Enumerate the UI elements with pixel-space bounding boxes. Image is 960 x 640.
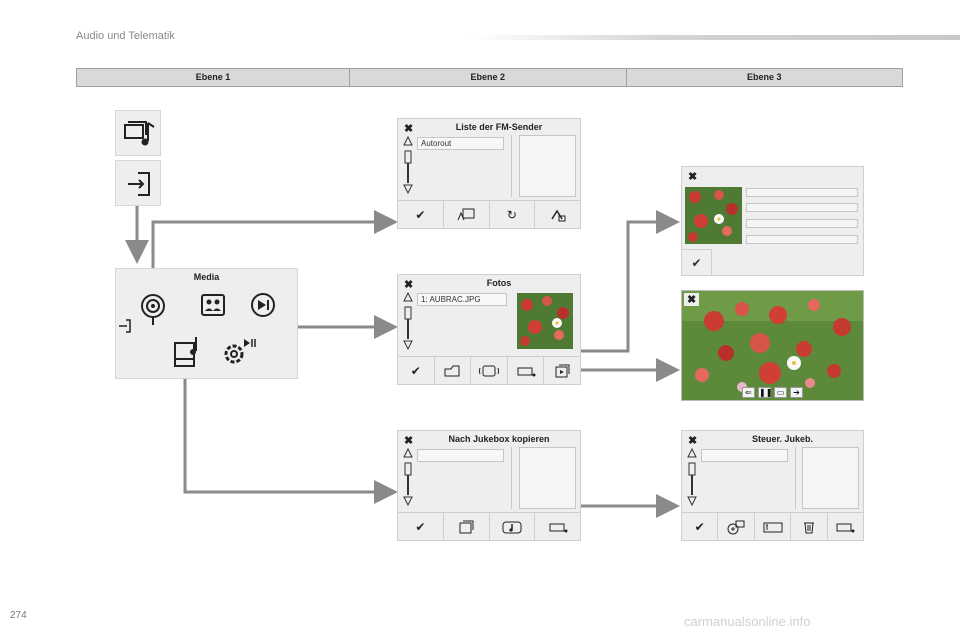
slideshow-icon[interactable]: [543, 357, 580, 384]
photo-detail-panel: ✖ ✔: [681, 166, 864, 276]
close-icon[interactable]: ✖: [684, 293, 700, 306]
previous-icon[interactable]: ⇐: [742, 387, 755, 398]
folder-search-icon[interactable]: [433, 357, 471, 384]
exit-tile[interactable]: [115, 160, 161, 206]
jukebox-item-field[interactable]: [701, 449, 788, 462]
jukebox-icon[interactable]: [174, 337, 197, 367]
media-source-icon: [124, 121, 155, 146]
copy-panel-title: Nach Jukebox kopieren: [448, 434, 550, 444]
fotos-file-field[interactable]: 1: AUBRAC.JPG: [417, 293, 507, 306]
info-line-4: [746, 235, 858, 244]
scrollbar[interactable]: [403, 135, 413, 197]
check-icon[interactable]: ✔: [398, 357, 434, 384]
photo-preview: [685, 187, 742, 244]
delete-icon[interactable]: [790, 513, 826, 540]
scrollbar[interactable]: [687, 447, 697, 509]
photo-view-icon[interactable]: ▭: [774, 387, 787, 398]
jukebox-preview: [802, 447, 859, 509]
menu-icon[interactable]: [534, 513, 580, 540]
photo-view-icon[interactable]: [470, 357, 507, 384]
page-number: 274: [10, 610, 27, 621]
fotos-toolbar: ✔: [398, 356, 580, 384]
favorite-list-icon[interactable]: [442, 201, 489, 228]
info-line-1: [746, 188, 858, 197]
check-icon[interactable]: ✔: [682, 513, 717, 540]
jukebox-toolbar: ✔: [682, 512, 863, 540]
fm-station-list-panel: ✖ Liste der FM-Sender Autorout ✔ ↻: [397, 118, 581, 229]
arrow-fotos-to-detail: [570, 210, 680, 353]
check-icon[interactable]: ✔: [398, 201, 443, 228]
check-icon[interactable]: ✔: [398, 513, 443, 540]
antenna-icon[interactable]: [534, 201, 580, 228]
settings-icon[interactable]: [224, 339, 256, 364]
watermark: carmanualsonline.info: [684, 614, 811, 629]
refresh-icon[interactable]: ↻: [488, 201, 535, 228]
fm-preview: [519, 135, 576, 197]
copy-preview: [519, 447, 576, 509]
close-icon[interactable]: ✖: [404, 278, 413, 291]
slideshow-controls: ⇐ ❚❚ ▭ ➔: [742, 387, 803, 398]
exit-icon: [128, 172, 150, 196]
fm-panel-title: Liste der FM-Sender: [455, 122, 543, 132]
info-line-3: [746, 219, 858, 228]
menu-icon[interactable]: [506, 357, 544, 384]
jukebox-control-panel: ✖ Steuer. Jukeb. ✔: [681, 430, 864, 541]
photos-icon[interactable]: [201, 294, 225, 316]
close-icon[interactable]: ✖: [404, 434, 413, 447]
slideshow-view[interactable]: ✖ ⇐ ❚❚ ▭ ➔: [681, 290, 864, 401]
fotos-panel-title: Fotos: [486, 278, 512, 288]
fm-station-field[interactable]: Autorout: [417, 137, 504, 150]
close-icon[interactable]: ✖: [404, 122, 413, 135]
add-folder-icon[interactable]: [717, 513, 753, 540]
copy-to-jukebox-panel: ✖ Nach Jukebox kopieren ✔: [397, 430, 581, 541]
media-panel: Media: [115, 268, 298, 379]
copy-music-icon[interactable]: [488, 513, 535, 540]
media-source-tile[interactable]: [115, 110, 161, 156]
copy-toolbar: ✔: [398, 512, 580, 540]
select-icon[interactable]: [442, 513, 489, 540]
menu-icon[interactable]: [826, 513, 863, 540]
fm-toolbar: ✔ ↻: [398, 200, 580, 228]
radio-icon[interactable]: [141, 294, 165, 325]
pause-icon[interactable]: ❚❚: [758, 387, 772, 398]
info-line-2: [746, 203, 858, 212]
scrollbar[interactable]: [403, 447, 413, 509]
fotos-panel: ✖ Fotos 1: AUBRAC.JPG ✔: [397, 274, 581, 385]
check-icon[interactable]: ✔: [682, 249, 712, 276]
close-icon[interactable]: ✖: [688, 434, 697, 447]
photo-thumbnail[interactable]: [517, 293, 573, 349]
arrow-jukebox-to-copy: [183, 365, 398, 504]
close-icon[interactable]: ✖: [688, 170, 697, 183]
exit-icon[interactable]: [119, 319, 131, 333]
rename-icon[interactable]: [753, 513, 790, 540]
scrollbar[interactable]: [403, 291, 413, 353]
jukebox-panel-title: Steuer. Jukeb.: [751, 434, 814, 444]
copy-item-field[interactable]: [417, 449, 504, 462]
next-icon[interactable]: ➔: [790, 387, 803, 398]
video-icon[interactable]: [251, 293, 275, 317]
